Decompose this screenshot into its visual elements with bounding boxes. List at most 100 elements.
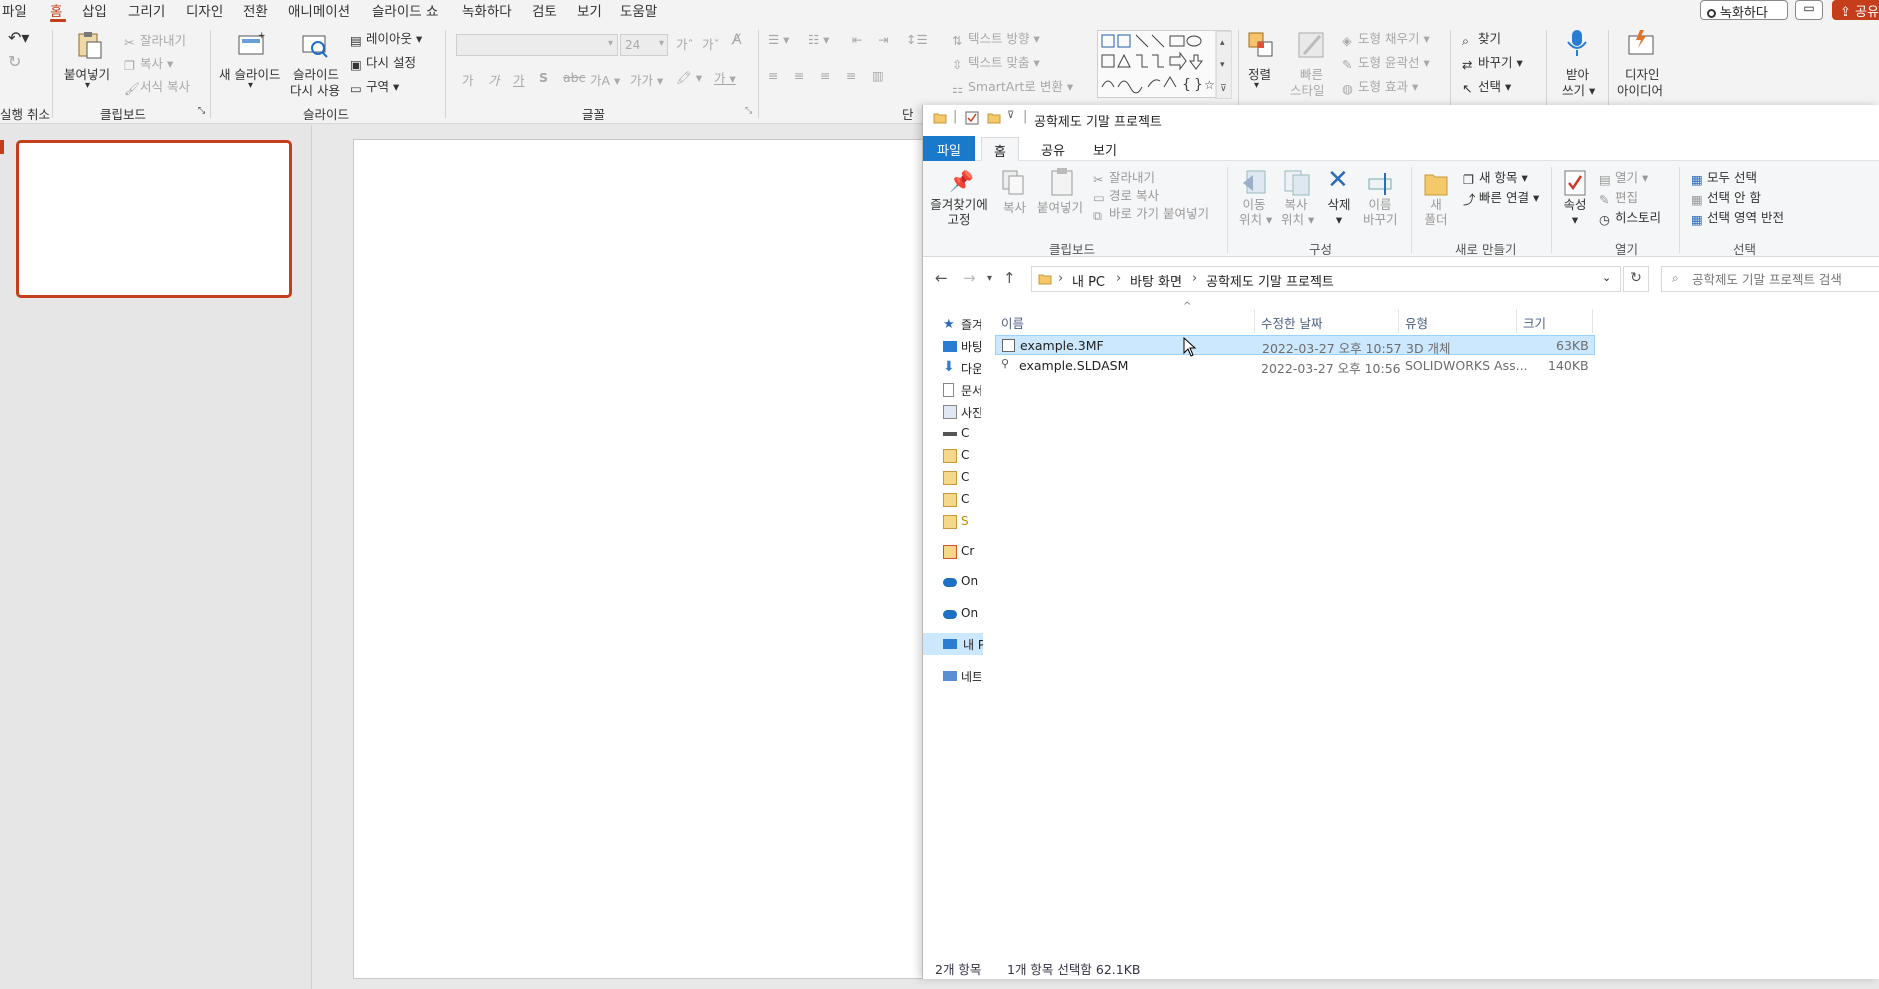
comments-button[interactable]: ▭: [1795, 0, 1823, 20]
invert-selection-button[interactable]: ▦ 선택 영역 반전: [1691, 207, 1784, 227]
menu-help[interactable]: 도움말: [620, 0, 657, 20]
slide-canvas[interactable]: [353, 139, 933, 979]
arrange-dropdown-icon[interactable]: ▾: [1254, 80, 1259, 91]
nav-item-creative-cloud[interactable]: Cr: [943, 541, 983, 563]
delete-button[interactable]: 삭제 ▾: [1323, 197, 1355, 227]
copy-to-button[interactable]: 복사 위치 ▾: [1281, 197, 1314, 227]
breadcrumb-item[interactable]: 내 PC: [1072, 271, 1105, 290]
align-left-icon[interactable]: ≡: [768, 68, 778, 83]
forward-arrow-icon[interactable]: →: [963, 269, 976, 287]
text-direction-button[interactable]: ⇅ 텍스트 방향 ▾: [952, 28, 1040, 48]
properties-button[interactable]: 속성 ▾: [1559, 197, 1591, 227]
microphone-icon[interactable]: [1562, 28, 1592, 58]
new-slide-dropdown-icon[interactable]: ▾: [248, 80, 253, 91]
format-painter-button[interactable]: 🖌서식 복사: [124, 76, 190, 96]
edit-button[interactable]: ✎ 편집: [1599, 187, 1638, 207]
nav-item-network[interactable]: 네트워크: [943, 665, 983, 687]
recent-dropdown-icon[interactable]: ▾: [987, 273, 992, 284]
copy-button[interactable]: 복사: [1003, 197, 1026, 216]
copy-to-icon[interactable]: [1283, 169, 1311, 197]
arrange-button[interactable]: 정렬: [1248, 64, 1271, 83]
slide-thumbnail[interactable]: [16, 140, 292, 298]
tab-file[interactable]: 파일: [923, 136, 975, 161]
nav-item-onedrive[interactable]: On: [943, 603, 983, 625]
quick-styles-line2[interactable]: 스타일: [1290, 80, 1325, 99]
dialog-launcher-icon[interactable]: ⤡: [745, 106, 752, 116]
smartart-button[interactable]: ⚏ SmartArt로 변환 ▾: [952, 76, 1073, 96]
search-input[interactable]: [1692, 268, 1879, 290]
menu-slideshow[interactable]: 슬라이드 쇼: [372, 0, 438, 20]
up-arrow-icon[interactable]: ↑: [1003, 269, 1016, 287]
font-name-combo[interactable]: ▾: [456, 34, 618, 56]
refresh-button[interactable]: ↻: [1623, 266, 1649, 292]
align-text-button[interactable]: ⇳ 텍스트 맞춤 ▾: [952, 52, 1040, 72]
nav-item-folder[interactable]: S: [943, 511, 983, 533]
new-folder-icon[interactable]: [1423, 169, 1449, 197]
search-box[interactable]: ⌕: [1661, 266, 1879, 292]
properties-quick-icon[interactable]: [965, 111, 979, 125]
bullets-icon[interactable]: ☰ ▾: [768, 32, 789, 47]
spacing-icon[interactable]: 가A ▾: [590, 70, 620, 89]
address-dropdown-icon[interactable]: ⌄: [1602, 271, 1611, 284]
history-button[interactable]: ◷ 히스토리: [1599, 207, 1661, 227]
menu-transitions[interactable]: 전환: [243, 0, 268, 20]
pin-button[interactable]: 즐겨찾기에 고정: [929, 197, 989, 227]
new-slide-icon[interactable]: +: [236, 30, 266, 60]
share-button[interactable]: ⇪ 공유: [1832, 0, 1879, 20]
clear-format-icon[interactable]: A̸: [732, 32, 742, 48]
menu-view[interactable]: 보기: [577, 0, 602, 20]
nav-item-downloads[interactable]: ⬇ 다운로드: [943, 357, 983, 379]
nav-item-pictures[interactable]: 사진: [943, 401, 983, 423]
nav-item-documents[interactable]: 문서: [943, 379, 983, 401]
delete-icon[interactable]: ✕: [1327, 165, 1349, 195]
nav-item-quick-access[interactable]: ★ 즐겨찾기: [943, 313, 983, 335]
select-button[interactable]: ↖ 선택 ▾: [1462, 76, 1511, 96]
paste-button[interactable]: 붙여넣기: [1037, 197, 1083, 216]
copy-path-button[interactable]: ▭ 경로 복사: [1093, 185, 1159, 205]
nav-item-desktop[interactable]: 바탕 화면: [943, 335, 983, 357]
table-row[interactable]: ⚲ example.SLDASM 2022-03-27 오후 10:56 SOL…: [995, 356, 1595, 376]
table-row[interactable]: example.3MF 2022-03-27 오후 10:57 3D 개체 63…: [995, 335, 1595, 356]
grow-font-icon[interactable]: 가ˆ: [676, 34, 694, 53]
address-bar[interactable]: › 내 PC › 바탕 화면 › 공학제도 기말 프로젝트 ⌄: [1031, 266, 1621, 292]
rename-button[interactable]: 이름 바꾸기: [1363, 197, 1398, 227]
strikethrough-icon[interactable]: abc: [563, 70, 585, 85]
clipboard-icon[interactable]: [1049, 167, 1075, 197]
pin-icon[interactable]: 📌: [949, 169, 974, 193]
menu-review[interactable]: 검토: [532, 0, 557, 20]
new-folder-quick-icon[interactable]: [987, 111, 1001, 125]
tab-view[interactable]: 보기: [1081, 137, 1129, 161]
reset-button[interactable]: ▣ 다시 설정: [350, 52, 416, 72]
reuse-slides-line2[interactable]: 다시 사용: [290, 80, 340, 99]
shape-effects-button[interactable]: ◍ 도형 효과 ▾: [1342, 76, 1418, 96]
column-header-size[interactable]: 크기: [1517, 309, 1593, 333]
designer-icon[interactable]: [1626, 28, 1656, 58]
quick-styles-icon[interactable]: [1296, 30, 1326, 60]
menu-file[interactable]: 파일: [2, 0, 27, 20]
paste-dropdown-icon[interactable]: ▾: [85, 80, 90, 91]
move-to-button[interactable]: 이동 위치 ▾: [1239, 197, 1272, 227]
highlight-icon[interactable]: 🖍 ▾: [676, 70, 702, 86]
select-none-button[interactable]: ▦ 선택 안 함: [1691, 187, 1761, 207]
section-button[interactable]: ▭ 구역 ▾: [350, 76, 399, 96]
cut-button[interactable]: ✂ 잘라내기: [1093, 167, 1155, 187]
nav-item-onedrive[interactable]: On: [943, 571, 983, 593]
dictate-line2[interactable]: 쓰기 ▾: [1562, 80, 1595, 99]
increase-indent-icon[interactable]: ⇥: [878, 32, 888, 47]
column-header-type[interactable]: 유형: [1399, 309, 1517, 333]
align-center-icon[interactable]: ≡: [794, 68, 804, 83]
nav-item-drive[interactable]: C: [943, 423, 983, 445]
rename-icon[interactable]: [1367, 169, 1395, 197]
copy-icon[interactable]: [1001, 169, 1027, 197]
properties-icon[interactable]: [1563, 169, 1589, 197]
copy-button[interactable]: ❐ 복사 ▾: [124, 53, 173, 73]
cut-button[interactable]: ✂ 잘라내기: [124, 30, 186, 50]
nav-item-this-pc[interactable]: 내 PC: [923, 633, 983, 655]
line-spacing-icon[interactable]: ↕☰: [906, 32, 928, 47]
move-to-icon[interactable]: [1241, 169, 1269, 197]
nav-item-folder[interactable]: C: [943, 489, 983, 511]
easy-access-button[interactable]: ⤴ 빠른 연결 ▾: [1463, 187, 1539, 207]
record-button[interactable]: 녹화하다: [1700, 0, 1788, 21]
shapes-gallery[interactable]: {} ☆ ▴ ▾ ⊽: [1097, 30, 1233, 100]
replace-button[interactable]: ⇄ 바꾸기 ▾: [1462, 52, 1523, 72]
